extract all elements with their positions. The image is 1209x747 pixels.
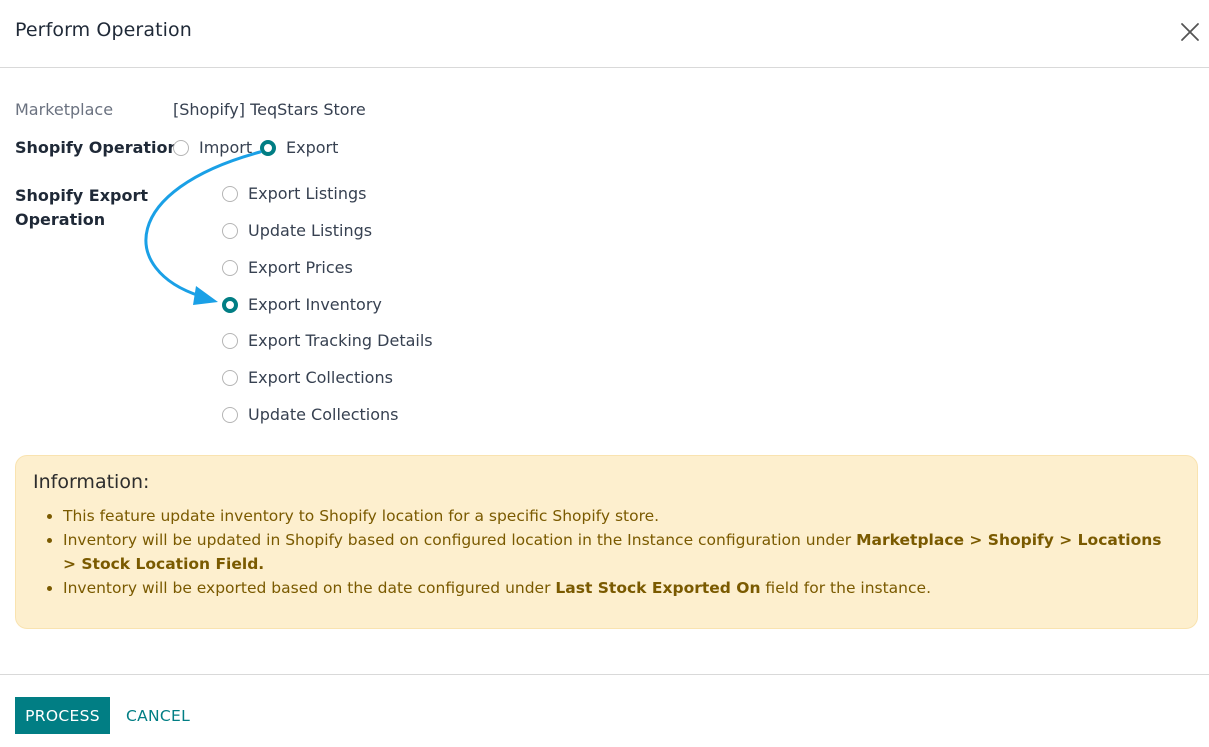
radio-update-collections-label: Update Collections [248, 405, 399, 424]
radio-export-tracking-details[interactable]: Export Tracking Details [222, 331, 433, 350]
radio-export-tracking-details-indicator[interactable] [222, 332, 238, 349]
radio-export-prices-label: Export Prices [248, 258, 353, 277]
radio-update-listings-label: Update Listings [248, 221, 373, 240]
information-item: This feature update inventory to Shopify… [33, 504, 1173, 528]
dialog-header: Perform Operation [0, 0, 1209, 68]
radio-export-collections[interactable]: Export Collections [222, 368, 393, 387]
radio-export-listings-indicator[interactable] [222, 185, 238, 202]
radio-import-label: Import [199, 138, 253, 157]
radio-export-prices[interactable]: Export Prices [222, 258, 353, 277]
radio-export-inventory-indicator[interactable] [222, 296, 238, 313]
cancel-button[interactable]: CANCEL [118, 697, 198, 734]
radio-export-listings[interactable]: Export Listings [222, 184, 367, 203]
information-title: Information: [33, 471, 150, 493]
information-list: This feature update inventory to Shopify… [33, 504, 1173, 600]
radio-export[interactable]: Export [260, 138, 338, 157]
radio-export-tracking-details-label: Export Tracking Details [248, 331, 433, 350]
dialog-footer: PROCESS CANCEL [0, 674, 1209, 747]
radio-export-label: Export [286, 138, 339, 157]
radio-export-inventory-label: Export Inventory [248, 295, 382, 314]
radio-export-collections-label: Export Collections [248, 368, 393, 387]
marketplace-value: [Shopify] TeqStars Store [173, 100, 366, 119]
information-item-text: Inventory will be exported based on the … [63, 579, 556, 597]
information-item-text: This feature update inventory to Shopify… [63, 507, 660, 525]
radio-import-indicator[interactable] [173, 139, 189, 156]
radio-update-collections[interactable]: Update Collections [222, 405, 399, 424]
dialog-title: Perform Operation [15, 19, 192, 41]
close-icon[interactable] [1178, 20, 1202, 44]
information-item-text: Inventory will be updated in Shopify bas… [63, 531, 857, 549]
information-item-bold: Last Stock Exported On [555, 579, 761, 597]
shopify-operation-label: Shopify Operation [15, 138, 179, 157]
information-item: Inventory will be updated in Shopify bas… [33, 528, 1173, 576]
information-item-text-after: field for the instance. [760, 579, 931, 597]
radio-update-collections-indicator[interactable] [222, 406, 238, 423]
radio-export-inventory[interactable]: Export Inventory [222, 295, 382, 314]
information-alert: Information: This feature update invento… [15, 455, 1198, 629]
radio-export-collections-indicator[interactable] [222, 369, 238, 386]
marketplace-label: Marketplace [15, 100, 114, 119]
radio-update-listings-indicator[interactable] [222, 222, 238, 239]
radio-export-indicator[interactable] [260, 139, 276, 156]
process-button[interactable]: PROCESS [15, 697, 110, 734]
radio-update-listings[interactable]: Update Listings [222, 221, 372, 240]
radio-export-prices-indicator[interactable] [222, 259, 238, 276]
shopify-export-operation-label: Shopify Export Operation [15, 184, 148, 232]
radio-import[interactable]: Import [173, 138, 252, 157]
export-operation-label-line2: Operation [15, 210, 106, 229]
information-item: Inventory will be exported based on the … [33, 576, 1173, 600]
radio-export-listings-label: Export Listings [248, 184, 367, 203]
export-operation-label-line1: Shopify Export [15, 186, 149, 205]
